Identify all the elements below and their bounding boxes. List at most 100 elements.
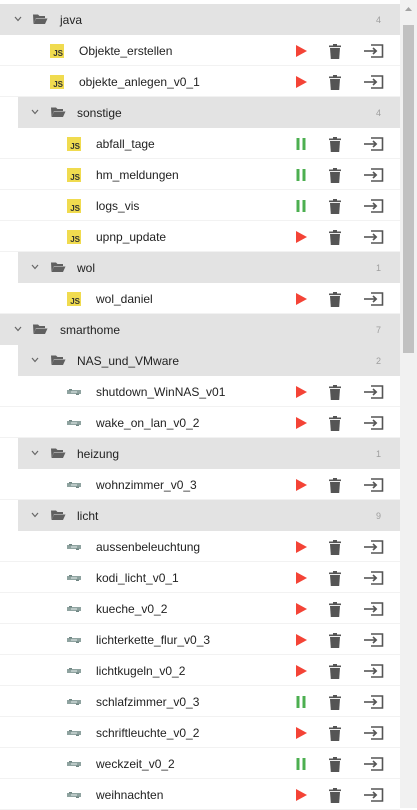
- export-icon[interactable]: [363, 75, 384, 89]
- trash-icon[interactable]: [328, 570, 342, 586]
- script-schriftleuchte[interactable]: schriftleuchte_v0_2: [0, 717, 400, 748]
- pause-icon[interactable]: [294, 168, 308, 182]
- play-icon[interactable]: [294, 75, 308, 89]
- export-icon[interactable]: [363, 695, 384, 709]
- play-icon[interactable]: [294, 416, 308, 430]
- script-kueche[interactable]: kueche_v0_2: [0, 593, 400, 624]
- script-weihnachten[interactable]: weihnachten: [0, 779, 400, 810]
- trash-icon[interactable]: [328, 384, 342, 400]
- script-name[interactable]: lichterkette_flur_v0_3: [96, 633, 210, 647]
- trash-icon[interactable]: [328, 43, 342, 59]
- chevron-down-icon[interactable]: [13, 14, 23, 24]
- chevron-down-icon[interactable]: [30, 107, 40, 117]
- script-wol-daniel[interactable]: JS wol_daniel: [0, 283, 400, 314]
- play-icon[interactable]: [294, 385, 308, 399]
- script-name[interactable]: objekte_anlegen_v0_1: [79, 75, 200, 89]
- chevron-down-icon[interactable]: [30, 262, 40, 272]
- play-icon[interactable]: [294, 602, 308, 616]
- script-objekte-anlegen[interactable]: JS objekte_anlegen_v0_1: [0, 66, 400, 97]
- scrollbar-thumb[interactable]: [403, 25, 414, 353]
- play-icon[interactable]: [294, 292, 308, 306]
- chevron-down-icon[interactable]: [30, 355, 40, 365]
- folder-smarthome[interactable]: smarthome 7: [0, 314, 400, 345]
- script-weckzeit[interactable]: weckzeit_v0_2: [0, 748, 400, 779]
- trash-icon[interactable]: [328, 415, 342, 431]
- export-icon[interactable]: [363, 788, 384, 802]
- export-icon[interactable]: [363, 664, 384, 678]
- play-icon[interactable]: [294, 664, 308, 678]
- trash-icon[interactable]: [328, 74, 342, 90]
- play-icon[interactable]: [294, 44, 308, 58]
- script-wohnzimmer[interactable]: wohnzimmer_v0_3: [0, 469, 400, 500]
- export-icon[interactable]: [363, 199, 384, 213]
- chevron-down-icon[interactable]: [30, 448, 40, 458]
- script-name[interactable]: Objekte_erstellen: [79, 44, 172, 58]
- folder-sonstige[interactable]: sonstige 4: [0, 97, 400, 128]
- vertical-scrollbar[interactable]: [400, 0, 417, 808]
- export-icon[interactable]: [363, 44, 384, 58]
- script-wake-on-lan[interactable]: wake_on_lan_v0_2: [0, 407, 400, 438]
- play-icon[interactable]: [294, 571, 308, 585]
- script-name[interactable]: shutdown_WinNAS_v01: [96, 385, 225, 399]
- export-icon[interactable]: [363, 478, 384, 492]
- script-name[interactable]: kueche_v0_2: [96, 602, 167, 616]
- script-name[interactable]: abfall_tage: [96, 137, 155, 151]
- trash-icon[interactable]: [328, 787, 342, 803]
- trash-icon[interactable]: [328, 136, 342, 152]
- pause-icon[interactable]: [294, 757, 308, 771]
- trash-icon[interactable]: [328, 477, 342, 493]
- trash-icon[interactable]: [328, 725, 342, 741]
- script-name[interactable]: upnp_update: [96, 230, 166, 244]
- export-icon[interactable]: [363, 230, 384, 244]
- script-name[interactable]: weckzeit_v0_2: [96, 757, 175, 771]
- script-name[interactable]: wake_on_lan_v0_2: [96, 416, 199, 430]
- script-name[interactable]: aussenbeleuchtung: [96, 540, 200, 554]
- folder-heizung[interactable]: heizung 1: [0, 438, 400, 469]
- folder-java[interactable]: java 4: [0, 4, 400, 35]
- script-name[interactable]: schriftleuchte_v0_2: [96, 726, 199, 740]
- trash-icon[interactable]: [328, 167, 342, 183]
- chevron-down-icon[interactable]: [13, 324, 23, 334]
- script-upnp-update[interactable]: JS upnp_update: [0, 221, 400, 252]
- export-icon[interactable]: [363, 633, 384, 647]
- trash-icon[interactable]: [328, 601, 342, 617]
- script-kodi-licht[interactable]: kodi_licht_v0_1: [0, 562, 400, 593]
- export-icon[interactable]: [363, 168, 384, 182]
- scroll-up-arrow-icon[interactable]: [400, 0, 417, 17]
- chevron-down-icon[interactable]: [30, 510, 40, 520]
- trash-icon[interactable]: [328, 198, 342, 214]
- script-name[interactable]: hm_meldungen: [96, 168, 179, 182]
- script-abfall-tage[interactable]: JS abfall_tage: [0, 128, 400, 159]
- script-name[interactable]: lichtkugeln_v0_2: [96, 664, 185, 678]
- script-name[interactable]: wohnzimmer_v0_3: [96, 478, 197, 492]
- play-icon[interactable]: [294, 633, 308, 647]
- folder-licht[interactable]: licht 9: [0, 500, 400, 531]
- export-icon[interactable]: [363, 416, 384, 430]
- script-name[interactable]: kodi_licht_v0_1: [96, 571, 179, 585]
- export-icon[interactable]: [363, 540, 384, 554]
- script-hm-meldungen[interactable]: JS hm_meldungen: [0, 159, 400, 190]
- pause-icon[interactable]: [294, 695, 308, 709]
- script-logs-vis[interactable]: JS logs_vis: [0, 190, 400, 221]
- script-name[interactable]: logs_vis: [96, 199, 139, 213]
- play-icon[interactable]: [294, 726, 308, 740]
- script-schlafzimmer[interactable]: schlafzimmer_v0_3: [0, 686, 400, 717]
- export-icon[interactable]: [363, 571, 384, 585]
- script-lichterkette-flur[interactable]: lichterkette_flur_v0_3: [0, 624, 400, 655]
- export-icon[interactable]: [363, 726, 384, 740]
- play-icon[interactable]: [294, 230, 308, 244]
- export-icon[interactable]: [363, 757, 384, 771]
- script-shutdown-winnas[interactable]: shutdown_WinNAS_v01: [0, 376, 400, 407]
- script-lichtkugeln[interactable]: lichtkugeln_v0_2: [0, 655, 400, 686]
- script-objekte-erstellen[interactable]: JS Objekte_erstellen: [0, 35, 400, 66]
- play-icon[interactable]: [294, 788, 308, 802]
- export-icon[interactable]: [363, 602, 384, 616]
- script-aussenbeleuchtung[interactable]: aussenbeleuchtung: [0, 531, 400, 562]
- trash-icon[interactable]: [328, 539, 342, 555]
- folder-wol[interactable]: wol 1: [0, 252, 400, 283]
- export-icon[interactable]: [363, 137, 384, 151]
- script-name[interactable]: schlafzimmer_v0_3: [96, 695, 199, 709]
- trash-icon[interactable]: [328, 694, 342, 710]
- trash-icon[interactable]: [328, 632, 342, 648]
- play-icon[interactable]: [294, 540, 308, 554]
